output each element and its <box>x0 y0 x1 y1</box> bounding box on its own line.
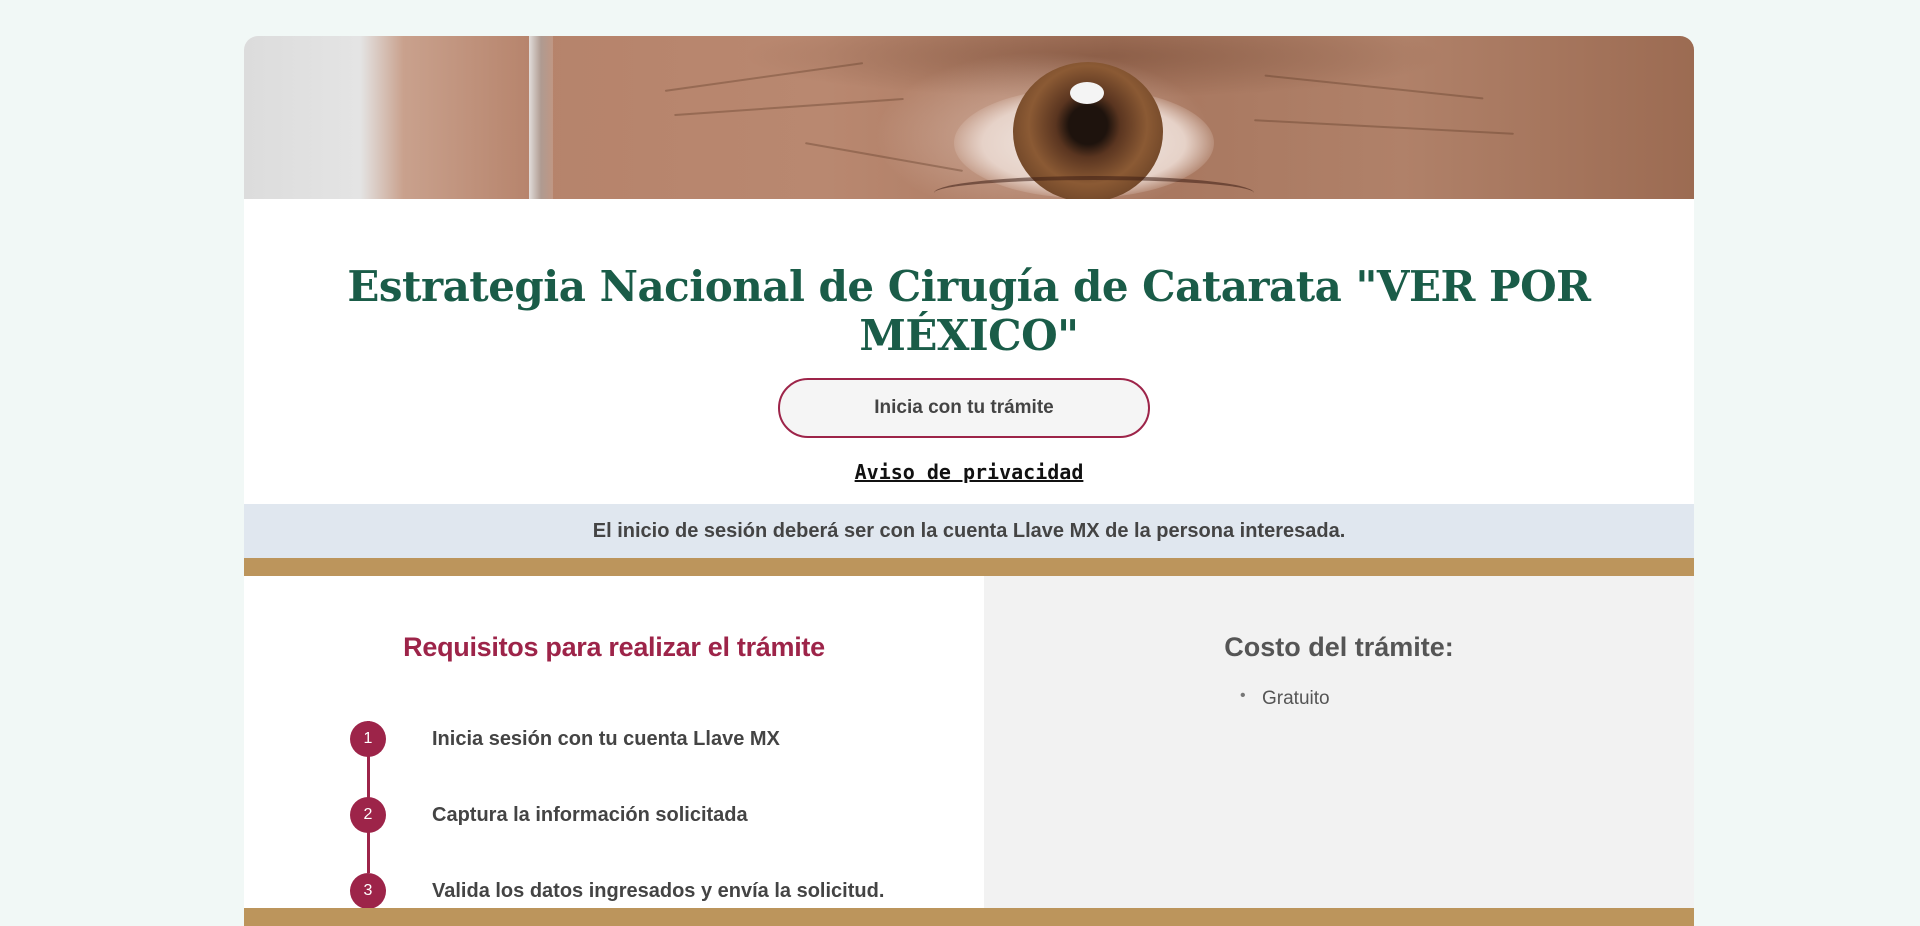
requirements-panel: Requisitos para realizar el trámite 1 In… <box>244 576 984 909</box>
cost-list: • Gratuito <box>1240 687 1330 710</box>
hero-eye-image <box>244 36 1694 199</box>
step-number-badge: 3 <box>350 873 386 909</box>
list-item: • Gratuito <box>1240 687 1330 710</box>
privacy-notice-wrapper: Aviso de privacidad <box>244 460 1694 484</box>
cost-value: Gratuito <box>1262 688 1330 709</box>
step-label: Captura la información solicitada <box>432 804 748 826</box>
step-label: Valida los datos ingresados y envía la s… <box>432 880 885 902</box>
step-label: Inicia sesión con tu cuenta Llave MX <box>432 728 780 750</box>
cost-panel: Costo del trámite: • Gratuito <box>984 576 1694 908</box>
eye-glint <box>1070 82 1104 104</box>
start-procedure-button[interactable]: Inicia con tu trámite <box>778 378 1150 438</box>
step-number-badge: 2 <box>350 797 386 833</box>
step-number-badge: 1 <box>350 721 386 757</box>
login-notice-banner: El inicio de sesión deberá ser con la cu… <box>244 504 1694 558</box>
page-title: Estrategia Nacional de Cirugía de Catara… <box>347 262 1591 360</box>
gold-divider-top <box>244 558 1694 576</box>
gold-divider-bottom <box>244 908 1694 926</box>
privacy-notice-link[interactable]: Aviso de privacidad <box>855 460 1084 484</box>
main-card: Estrategia Nacional de Cirugía de Catara… <box>244 36 1694 926</box>
bullet-icon: • <box>1240 687 1246 704</box>
requirements-title: Requisitos para realizar el trámite <box>403 632 825 662</box>
cost-title: Costo del trámite: <box>1224 632 1454 662</box>
